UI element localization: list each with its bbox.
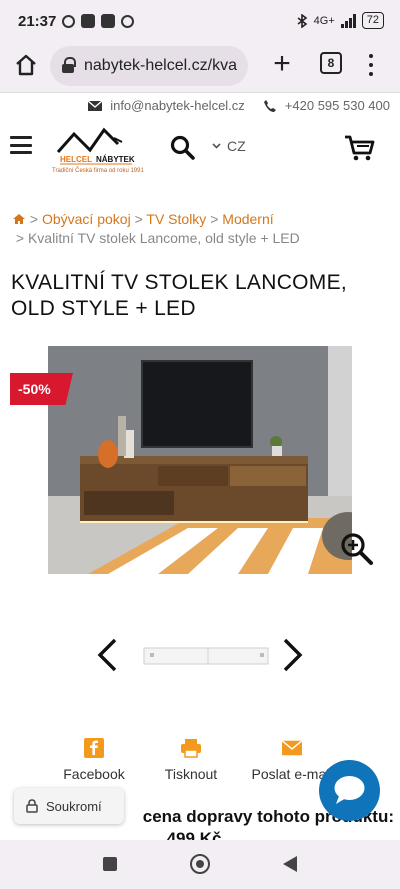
breadcrumb-current: Kvalitní TV stolek Lancome, old style + … bbox=[27, 230, 300, 246]
url-text: nabytek-helcel.cz/kva bbox=[84, 57, 237, 74]
chevron-left-icon[interactable] bbox=[96, 638, 118, 672]
email-icon bbox=[282, 740, 302, 756]
bluetooth-icon bbox=[297, 13, 307, 28]
breadcrumb: > Obývací pokoj > TV Stolky > Moderní > … bbox=[12, 210, 392, 248]
contact-email[interactable]: info@nabytek-helcel.cz bbox=[88, 98, 245, 113]
product-main-image[interactable] bbox=[48, 346, 352, 574]
chevron-right-icon[interactable] bbox=[282, 638, 304, 672]
browser-menu-icon[interactable] bbox=[364, 52, 378, 78]
product-thumbnail[interactable] bbox=[130, 618, 270, 690]
share-facebook[interactable]: Facebook bbox=[39, 738, 149, 782]
logo-mark-icon: HELCEL NÁBYTEK bbox=[56, 127, 135, 165]
share-facebook-label: Facebook bbox=[63, 766, 125, 782]
logo-tagline: Tradiční Česká firma od roku 1991 bbox=[52, 168, 144, 174]
chat-icon bbox=[334, 776, 365, 804]
breadcrumb-link-tv-stolky[interactable]: TV Stolky bbox=[146, 211, 206, 227]
facebook-icon bbox=[84, 738, 104, 758]
printer-icon bbox=[181, 739, 201, 758]
svg-text:HELCEL: HELCEL bbox=[60, 155, 92, 164]
browser-toolbar: nabytek-helcel.cz/kva + 8 bbox=[0, 42, 400, 92]
breadcrumb-link-obyvaci-pokoj[interactable]: Obývací pokoj bbox=[42, 211, 131, 227]
back-icon[interactable] bbox=[283, 856, 297, 872]
chevron-down-icon bbox=[212, 143, 221, 149]
product-title: KVALITNÍ TV STOLEK LANCOME, OLD STYLE + … bbox=[11, 271, 348, 320]
privacy-label: Soukromí bbox=[46, 798, 102, 814]
search-icon[interactable] bbox=[170, 135, 196, 161]
address-bar[interactable]: nabytek-helcel.cz/kva bbox=[50, 46, 248, 86]
contact-email-text: info@nabytek-helcel.cz bbox=[110, 98, 245, 113]
share-print-label: Tisknout bbox=[164, 766, 218, 782]
hamburger-menu-icon[interactable] bbox=[10, 136, 32, 154]
envelope-icon bbox=[88, 100, 103, 111]
site-header: HELCEL NÁBYTEK Tradiční Česká firma od r… bbox=[0, 118, 400, 182]
status-bar: 21:37 4G+ 72 bbox=[0, 0, 400, 42]
contact-phone[interactable]: +420 595 530 400 bbox=[263, 98, 390, 113]
lock-icon bbox=[26, 799, 38, 813]
signal-icon bbox=[340, 13, 356, 28]
network-type: 4G+ bbox=[313, 14, 335, 27]
home-nav-icon[interactable] bbox=[190, 854, 210, 874]
language-selector[interactable]: CZ bbox=[212, 138, 246, 154]
privacy-button[interactable]: Soukromí bbox=[14, 788, 124, 824]
svg-text:NÁBYTEK: NÁBYTEK bbox=[96, 155, 135, 164]
new-tab-button[interactable]: + bbox=[270, 49, 294, 79]
contact-phone-text: +420 595 530 400 bbox=[284, 98, 390, 113]
lock-icon bbox=[62, 57, 76, 73]
discount-badge: -50% bbox=[10, 373, 73, 405]
status-notification-icons bbox=[62, 14, 135, 28]
chat-button[interactable] bbox=[319, 760, 380, 821]
site-logo[interactable]: HELCEL NÁBYTEK Tradiční Česká firma od r… bbox=[52, 124, 144, 176]
tab-switcher-button[interactable]: 8 bbox=[320, 52, 342, 74]
contact-bar: info@nabytek-helcel.cz +420 595 530 400 bbox=[0, 92, 400, 118]
share-print[interactable]: Tisknout bbox=[136, 738, 246, 782]
breadcrumb-separator: > bbox=[29, 211, 39, 227]
upload-icon bbox=[101, 14, 116, 28]
recents-icon[interactable] bbox=[103, 857, 117, 871]
status-time: 21:37 bbox=[18, 12, 57, 30]
alarm-icon bbox=[62, 14, 76, 28]
system-navigation-bar bbox=[0, 840, 400, 889]
status-system-icons: 4G+ 72 bbox=[296, 12, 384, 29]
breadcrumb-separator: > bbox=[210, 211, 219, 227]
zoom-in-icon[interactable] bbox=[340, 532, 374, 566]
breadcrumb-separator: > bbox=[134, 211, 143, 227]
breadcrumb-link-moderni[interactable]: Moderní bbox=[222, 211, 273, 227]
phone-icon bbox=[263, 99, 276, 112]
battery-icon: 72 bbox=[361, 12, 384, 29]
language-label: CZ bbox=[227, 138, 246, 154]
home-breadcrumb-icon[interactable] bbox=[12, 213, 26, 225]
home-icon[interactable] bbox=[12, 51, 40, 79]
sync-icon bbox=[121, 14, 135, 28]
cart-icon[interactable] bbox=[343, 134, 375, 162]
play-icon bbox=[81, 14, 96, 28]
breadcrumb-separator: > bbox=[15, 230, 25, 246]
